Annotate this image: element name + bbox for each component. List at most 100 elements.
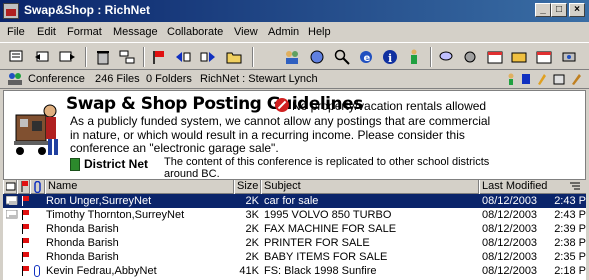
- size-column-header[interactable]: Size: [234, 180, 261, 194]
- forward-icon[interactable]: [58, 48, 76, 66]
- paperclip-icon: [34, 181, 41, 193]
- menu-admin[interactable]: Admin: [268, 26, 299, 38]
- message-subject: FS: Black 1998 Sunfire: [264, 265, 377, 277]
- menu-message[interactable]: Message: [113, 26, 158, 38]
- reply-icon[interactable]: [34, 48, 52, 66]
- modified-time: 2:18 P: [554, 265, 586, 277]
- folder-count: 0 Folders: [146, 73, 192, 85]
- info-icon[interactable]: i: [381, 48, 399, 66]
- flag-icon[interactable]: [22, 196, 30, 206]
- table-row[interactable]: Rhonda Barish 2K BABY ITEMS FOR SALE 08/…: [3, 250, 586, 264]
- task-icon[interactable]: [510, 48, 528, 66]
- name-column-header[interactable]: Name: [45, 180, 234, 194]
- minimize-button[interactable]: _: [535, 3, 551, 17]
- settings-icon[interactable]: [560, 48, 578, 66]
- flag-icon[interactable]: [22, 210, 30, 220]
- toolbar-separator: [430, 47, 432, 67]
- read-message-icon: [6, 196, 18, 205]
- modified-time: 2:39 P: [554, 223, 586, 235]
- previous-icon[interactable]: [174, 48, 192, 66]
- app-icon[interactable]: [3, 3, 19, 19]
- sender-name: Timothy Thornton,SurreyNet: [46, 209, 185, 221]
- flag-icon[interactable]: [22, 252, 30, 262]
- close-button[interactable]: ×: [569, 3, 585, 17]
- calendar-alt-icon[interactable]: [535, 48, 553, 66]
- status-column-header[interactable]: [3, 180, 17, 194]
- conference-icon: [8, 73, 22, 85]
- message-list-header: Name Size Subject Last Modified: [3, 180, 586, 194]
- message-size: 2K: [245, 251, 259, 263]
- move-icon[interactable]: [118, 48, 136, 66]
- table-row[interactable]: Ron Unger,SurreyNet 2K car for sale 08/1…: [3, 194, 586, 208]
- online-users-icon[interactable]: [405, 48, 423, 66]
- subject-column-header[interactable]: Subject: [261, 180, 479, 194]
- table-row[interactable]: Timothy Thornton,SurreyNet 3K 1995 VOLVO…: [3, 208, 586, 222]
- modified-date: 08/12/2003: [482, 195, 538, 207]
- modified-date: 08/12/2003: [482, 209, 538, 221]
- directory-icon[interactable]: [308, 48, 326, 66]
- flag-icon[interactable]: [150, 48, 168, 66]
- shopping-cart-illustration: [14, 104, 58, 155]
- menu-file[interactable]: File: [7, 26, 25, 38]
- flag-column-header[interactable]: [17, 180, 30, 194]
- modified-time: 2:35 P: [554, 251, 586, 263]
- voice-icon[interactable]: [461, 48, 479, 66]
- status-icons: [508, 73, 581, 85]
- svg-text:e: e: [364, 53, 371, 64]
- column-menu-icon[interactable]: [570, 182, 580, 191]
- conference-info-bar: Conference 246 Files 0 Folders RichNet :…: [0, 70, 589, 89]
- toolbar-separator: [85, 47, 87, 67]
- replication-note: The content of this conference is replic…: [164, 156, 490, 180]
- conference-banner: Swap & Shop Posting Guidelines No proper…: [3, 90, 586, 180]
- menu-help[interactable]: Help: [308, 26, 331, 38]
- prohibited-icon: [275, 98, 289, 112]
- folder-icon[interactable]: [225, 48, 243, 66]
- message-subject: BABY ITEMS FOR SALE: [264, 251, 388, 263]
- flag-icon[interactable]: [22, 266, 30, 276]
- message-size: 3K: [245, 209, 259, 221]
- file-count: 246 Files: [95, 73, 140, 85]
- paperclip-icon: [34, 265, 40, 277]
- sender-name: Rhonda Barish: [46, 237, 119, 249]
- message-size: 41K: [239, 265, 259, 277]
- last-modified-column-header[interactable]: Last Modified: [479, 180, 586, 194]
- calendar-icon[interactable]: [486, 48, 504, 66]
- modified-date: 08/12/2003: [482, 251, 538, 263]
- next-icon[interactable]: [199, 48, 217, 66]
- modified-date: 08/12/2003: [482, 265, 538, 277]
- menu-view[interactable]: View: [234, 26, 258, 38]
- table-row[interactable]: Rhonda Barish 2K PRINTER FOR SALE 08/12/…: [3, 236, 586, 250]
- new-message-icon[interactable]: [8, 48, 26, 66]
- toolbar-separator: [143, 47, 145, 67]
- banner-warning: No property/vacation rentals allowed: [292, 99, 487, 113]
- table-row[interactable]: Rhonda Barish 2K FAX MACHINE FOR SALE 08…: [3, 222, 586, 236]
- modified-time: 2:38 P: [554, 237, 586, 249]
- message-subject: PRINTER FOR SALE: [264, 237, 370, 249]
- history-icon[interactable]: e: [357, 48, 375, 66]
- district-net-label: District Net: [84, 157, 149, 171]
- menu-format[interactable]: Format: [67, 26, 102, 38]
- menu-collaborate[interactable]: Collaborate: [167, 26, 223, 38]
- chat-icon[interactable]: [438, 48, 456, 66]
- district-net-logo-icon: [70, 158, 80, 171]
- message-subject: car for sale: [264, 195, 319, 207]
- users-icon[interactable]: [283, 48, 301, 66]
- menu-edit[interactable]: Edit: [37, 26, 56, 38]
- flag-icon[interactable]: [22, 238, 30, 248]
- attachment-column-header[interactable]: [30, 180, 45, 194]
- modified-time: 2:43 P: [554, 209, 586, 221]
- table-row[interactable]: Kevin Fedrau,AbbyNet 41K FS: Black 1998 …: [3, 264, 586, 278]
- toolbar: e i: [0, 42, 589, 70]
- sender-name: Kevin Fedrau,AbbyNet: [46, 265, 157, 277]
- message-subject: FAX MACHINE FOR SALE: [264, 223, 397, 235]
- modified-date: 08/12/2003: [482, 223, 538, 235]
- conference-label: Conference: [28, 73, 85, 85]
- flag-icon[interactable]: [22, 224, 30, 234]
- message-size: 2K: [245, 223, 259, 235]
- conference-location: RichNet : Stewart Lynch: [200, 73, 318, 85]
- message-size: 2K: [245, 237, 259, 249]
- message-list: Ron Unger,SurreyNet 2K car for sale 08/1…: [3, 194, 586, 280]
- delete-icon[interactable]: [94, 48, 112, 66]
- search-icon[interactable]: [333, 48, 351, 66]
- maximize-button[interactable]: □: [551, 3, 567, 17]
